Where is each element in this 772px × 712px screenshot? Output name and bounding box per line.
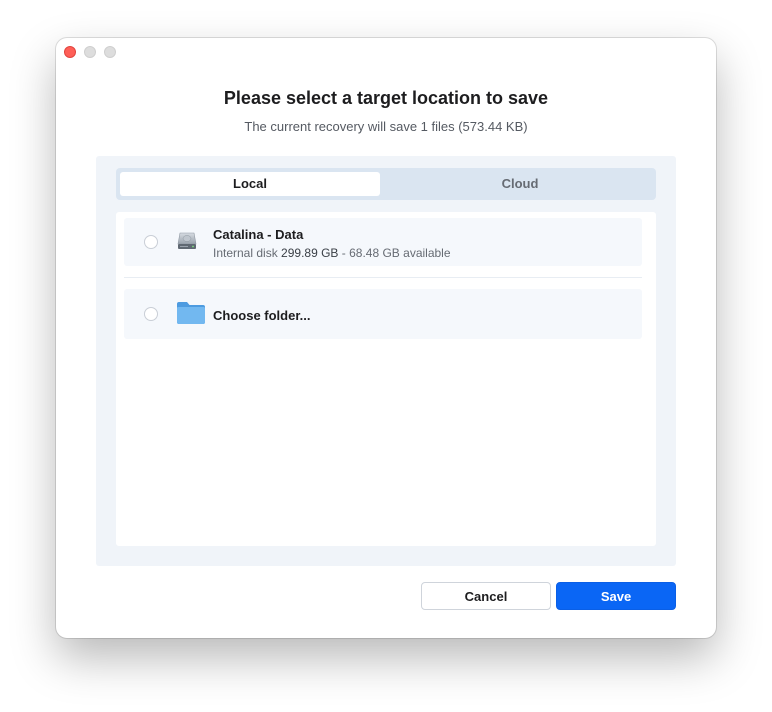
disk-type-label: Internal disk xyxy=(213,246,278,260)
folder-icon xyxy=(176,300,206,331)
zoom-window-button[interactable] xyxy=(104,46,116,58)
dialog-subtitle: The current recovery will save 1 files (… xyxy=(244,119,528,134)
dialog-title: Please select a target location to save xyxy=(223,88,549,108)
hard-disk-icon xyxy=(176,230,198,257)
disk-available: 68.48 GB available xyxy=(349,246,451,260)
minimize-window-button[interactable] xyxy=(84,46,96,58)
location-radio[interactable] xyxy=(144,235,158,249)
disk-capacity: 299.89 GB xyxy=(281,246,339,260)
save-location-dialog: Please select a target location to save … xyxy=(56,38,716,638)
save-button[interactable]: Save xyxy=(556,582,676,610)
close-window-button[interactable] xyxy=(64,46,76,58)
location-tabs: Local Cloud xyxy=(116,168,656,200)
location-details: Internal disk 299.89 GB - 68.48 GB avail… xyxy=(213,246,451,260)
location-item-catalina-data[interactable]: Catalina - Data Internal disk 299.89 GB … xyxy=(124,218,642,266)
location-title: Catalina - Data xyxy=(213,227,304,242)
location-panel: Local Cloud Catalina - Data Internal dis… xyxy=(96,156,676,566)
location-title: Choose folder... xyxy=(213,308,311,323)
location-item-choose-folder[interactable]: Choose folder... xyxy=(124,289,642,339)
tab-local[interactable]: Local xyxy=(120,172,380,196)
list-divider xyxy=(124,277,642,278)
cancel-button[interactable]: Cancel xyxy=(421,582,551,610)
location-radio[interactable] xyxy=(144,307,158,321)
window-controls xyxy=(64,46,116,58)
tab-cloud[interactable]: Cloud xyxy=(388,172,652,196)
details-separator: - xyxy=(341,246,346,260)
location-list: Catalina - Data Internal disk 299.89 GB … xyxy=(116,212,656,546)
